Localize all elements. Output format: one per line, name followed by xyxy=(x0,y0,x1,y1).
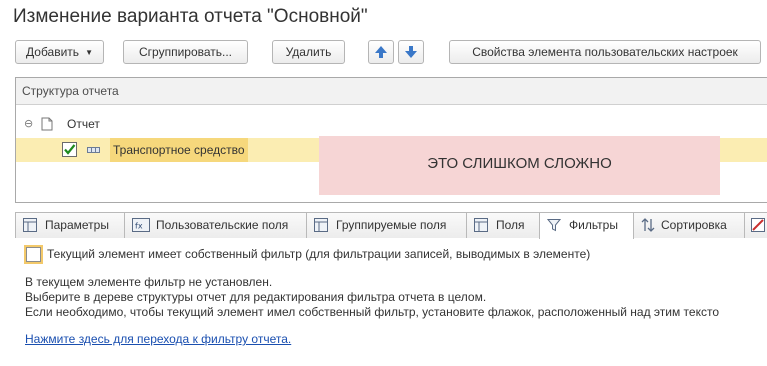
overlay-caption: ЭТО СЛИШКОМ СЛОЖНО xyxy=(319,136,720,195)
tree-row-report[interactable]: ⊖ Отчет xyxy=(16,112,767,136)
tab-more[interactable] xyxy=(744,212,767,238)
collapse-icon[interactable]: ⊖ xyxy=(24,112,33,136)
user-fields-icon: fx xyxy=(132,218,150,232)
tab-sort[interactable]: Сортировка xyxy=(633,212,745,238)
arrow-up-icon xyxy=(375,46,387,58)
own-filter-label: Текущий элемент имеет собственный фильтр… xyxy=(47,247,591,261)
tab-filters[interactable]: Фильтры xyxy=(539,212,634,239)
tab-parameters[interactable]: Параметры xyxy=(15,212,125,238)
document-icon xyxy=(41,117,53,131)
tab-grouped-fields-label: Группируемые поля xyxy=(336,218,447,232)
tab-sort-label: Сортировка xyxy=(661,218,727,232)
sort-icon xyxy=(641,218,655,232)
tab-grouped-fields[interactable]: Группируемые поля xyxy=(306,212,467,238)
tab-filters-label: Фильтры xyxy=(569,218,618,232)
fields-icon xyxy=(474,218,488,232)
tab-fields[interactable]: Поля xyxy=(466,212,540,238)
move-down-button[interactable] xyxy=(398,40,424,64)
delete-button[interactable]: Удалить xyxy=(272,40,345,64)
tab-parameters-label: Параметры xyxy=(45,218,109,232)
tree-root-label: Отчет xyxy=(67,117,100,131)
svg-text:fx: fx xyxy=(135,222,143,231)
window-title: Изменение варианта отчета "Основной" xyxy=(13,6,368,27)
info-text-line: Выберите в дереве структуры отчет для ре… xyxy=(25,290,487,304)
add-button[interactable]: Добавить ▼ xyxy=(15,40,104,64)
arrow-down-icon xyxy=(405,46,417,58)
move-up-button[interactable] xyxy=(368,40,394,64)
checkbox-checked-icon[interactable] xyxy=(62,142,77,157)
info-text-line: В текущем элементе фильтр не установлен. xyxy=(25,275,273,289)
dropdown-caret-icon: ▼ xyxy=(85,48,93,57)
tab-user-fields-label: Пользовательские поля xyxy=(156,218,289,232)
structure-header: Структура отчета xyxy=(16,78,767,105)
report-filter-link[interactable]: Нажмите здесь для перехода к фильтру отч… xyxy=(25,332,291,346)
grouped-fields-icon xyxy=(314,218,328,232)
info-text-line: Если необходимо, чтобы текущий элемент и… xyxy=(25,305,720,319)
tab-user-fields[interactable]: fx Пользовательские поля xyxy=(124,212,307,238)
grouping-icon xyxy=(87,147,100,153)
own-filter-checkbox[interactable] xyxy=(26,247,41,262)
tree-child-label: Транспортное средство xyxy=(110,138,248,162)
tab-fields-label: Поля xyxy=(496,218,525,232)
add-button-label: Добавить xyxy=(26,45,80,59)
group-button[interactable]: Сгруппировать... xyxy=(123,40,248,64)
element-properties-button[interactable]: Свойства элемента пользовательских настр… xyxy=(449,40,761,64)
conditional-format-icon xyxy=(751,218,765,232)
filter-icon xyxy=(547,219,561,232)
parameters-icon xyxy=(23,218,37,232)
